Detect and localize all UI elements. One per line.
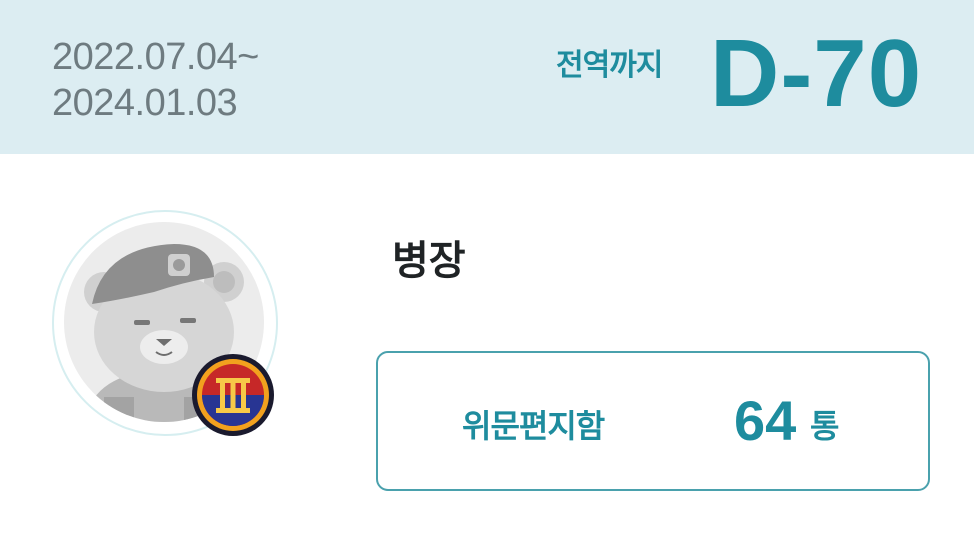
service-period-header: 2022.07.04~ 2024.01.03 전역까지 D-70 [0,0,974,154]
service-end-date: 2024.01.03 [52,82,238,124]
dday-counter: D-70 [710,20,923,127]
sergeant-rank-insignia-icon [192,354,274,436]
service-start-date: 2022.07.04~ [52,36,259,78]
service-period: 2022.07.04~ 2024.01.03 [52,34,259,126]
letter-mailbox-button[interactable]: 위문편지함 64 통 [376,351,930,491]
mailbox-count-unit: 통 [810,407,840,445]
mailbox-label: 위문편지함 [462,407,605,445]
mailbox-letter-count: 64 [734,389,797,452]
rank-title: 병장 [392,238,466,284]
dday-label: 전역까지 [556,48,663,83]
